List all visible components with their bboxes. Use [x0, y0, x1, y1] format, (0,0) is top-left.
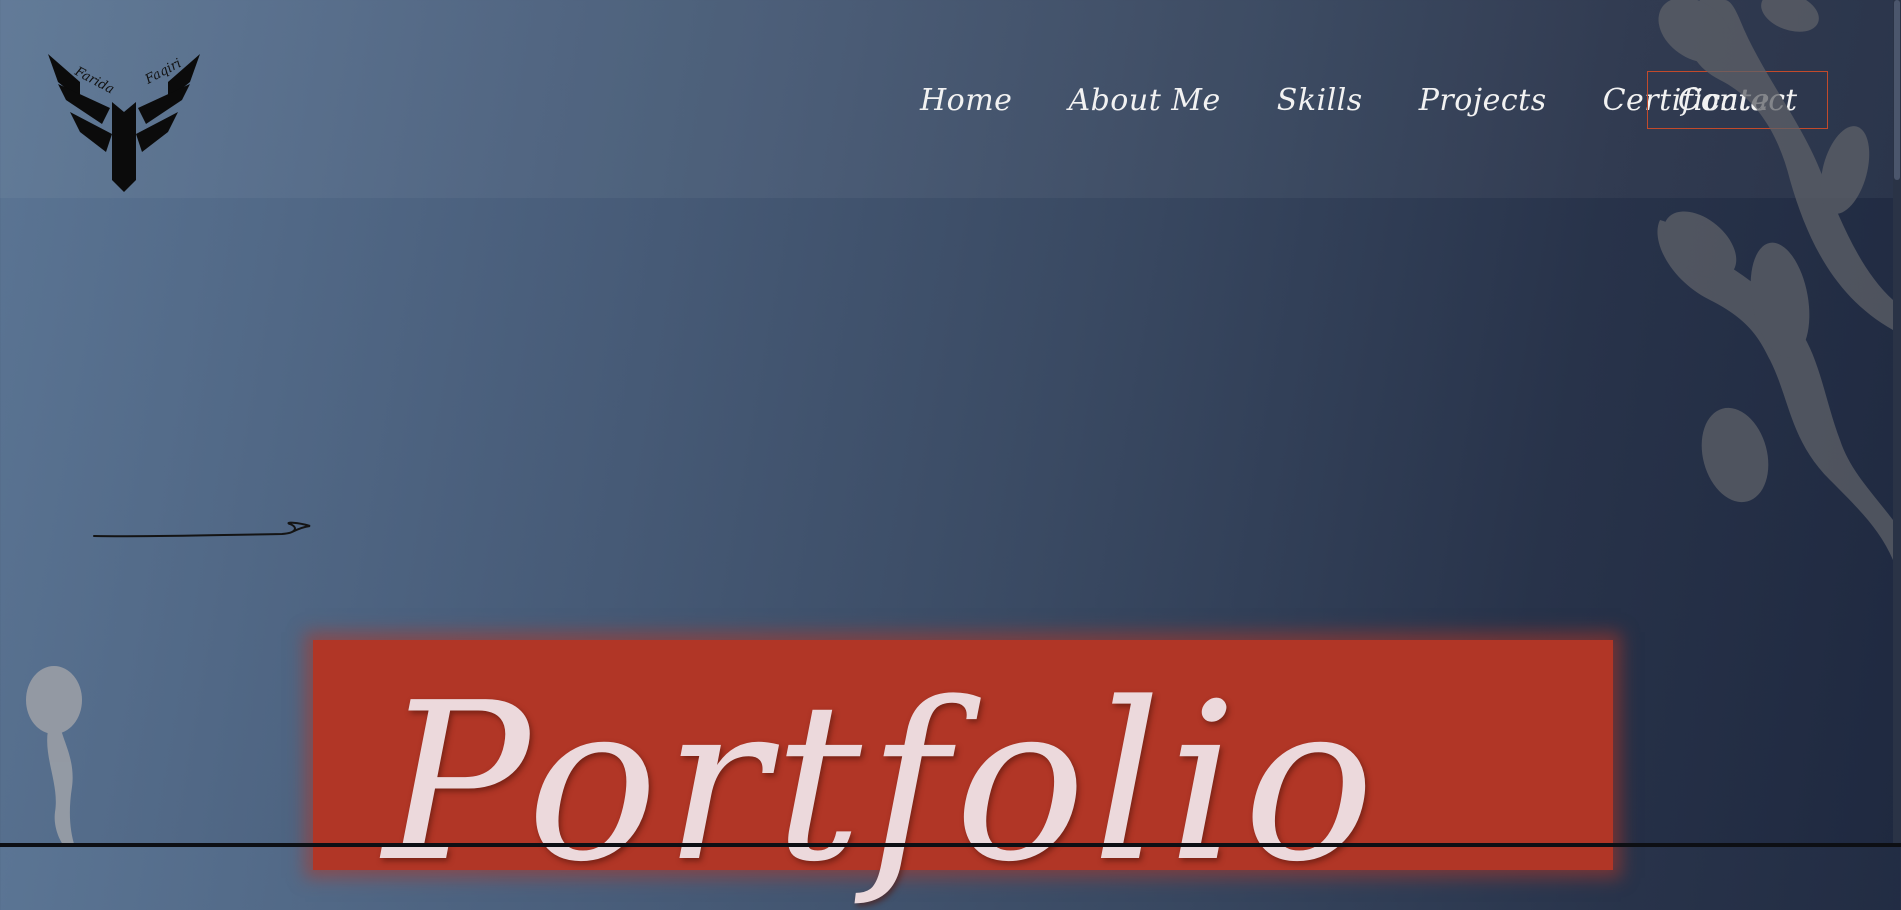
hand-drawn-arrow-icon: [93, 521, 311, 538]
scrollbar-thumb[interactable]: [1894, 0, 1900, 180]
nav-about-me[interactable]: About Me: [1068, 83, 1220, 118]
bottom-edge: [0, 843, 1901, 847]
hero-title-banner: Portfolio: [313, 640, 1613, 893]
brand-logo[interactable]: Farida Faqiri: [40, 42, 210, 192]
winged-monogram-logo-icon: Farida Faqiri: [48, 54, 200, 192]
nav-skills[interactable]: Skills: [1277, 83, 1363, 118]
nav-projects[interactable]: Projects: [1419, 83, 1547, 118]
floral-decoration-right: [1657, 0, 1893, 560]
hero-title: Portfolio: [383, 657, 1381, 910]
floral-decoration-left: [26, 666, 82, 847]
nav-home[interactable]: Home: [920, 83, 1012, 118]
